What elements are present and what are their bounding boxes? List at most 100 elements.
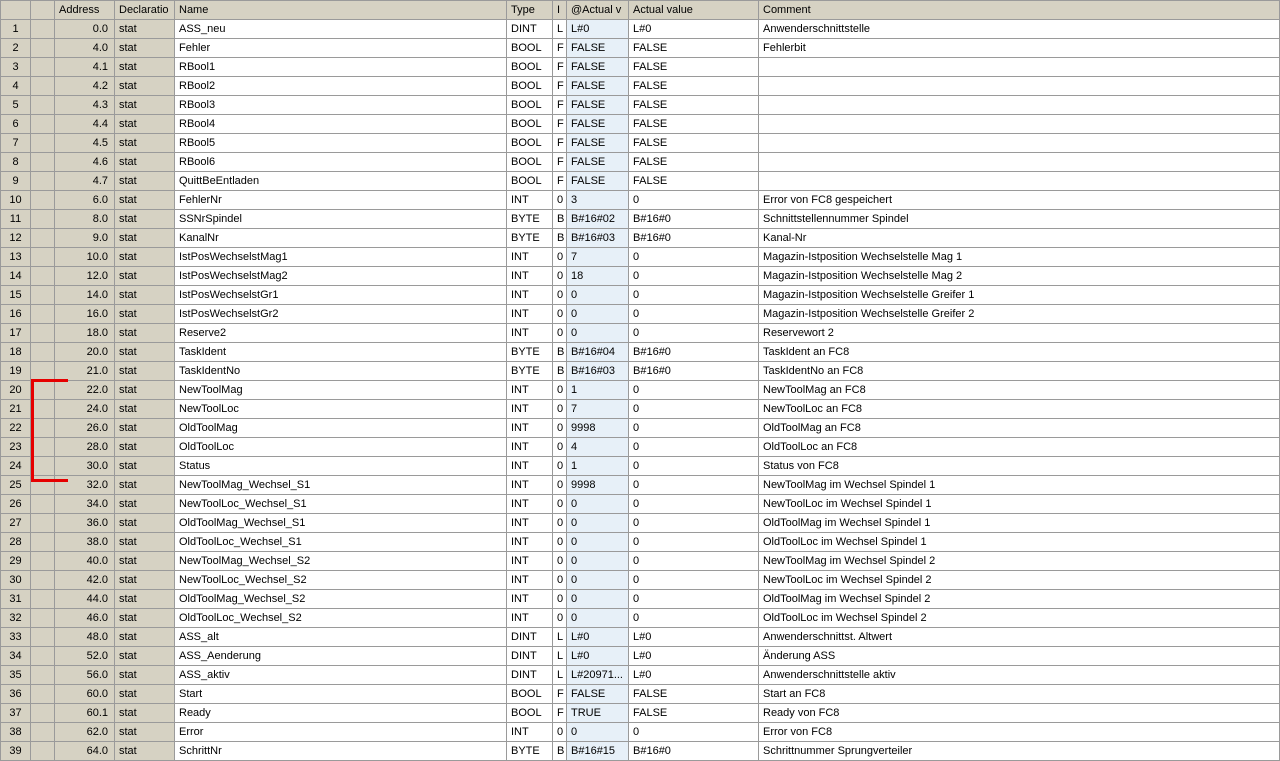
- cell-actual-value[interactable]: 0: [629, 324, 759, 343]
- cell-declaration[interactable]: stat: [115, 229, 175, 248]
- cell-declaration[interactable]: stat: [115, 210, 175, 229]
- cell-actual-at[interactable]: TRUE: [567, 704, 629, 723]
- row-number[interactable]: 8: [1, 153, 31, 172]
- cell-initial[interactable]: F: [553, 115, 567, 134]
- cell-type[interactable]: BOOL: [507, 96, 553, 115]
- cell-initial[interactable]: L: [553, 20, 567, 39]
- cell-address[interactable]: 46.0: [55, 609, 115, 628]
- cell-actual-value[interactable]: B#16#0: [629, 362, 759, 381]
- cell-address[interactable]: 4.4: [55, 115, 115, 134]
- cell-address[interactable]: 10.0: [55, 248, 115, 267]
- col-header[interactable]: Actual value: [629, 1, 759, 20]
- cell-initial[interactable]: 0: [553, 324, 567, 343]
- cell-initial[interactable]: B: [553, 210, 567, 229]
- cell-actual-value[interactable]: B#16#0: [629, 210, 759, 229]
- row-number[interactable]: 4: [1, 77, 31, 96]
- cell-actual-at[interactable]: L#20971...: [567, 666, 629, 685]
- cell-actual-at[interactable]: FALSE: [567, 172, 629, 191]
- cell-type[interactable]: BYTE: [507, 229, 553, 248]
- cell-address[interactable]: 48.0: [55, 628, 115, 647]
- cell-actual-at[interactable]: 7: [567, 400, 629, 419]
- cell-initial[interactable]: L: [553, 647, 567, 666]
- cell-actual-value[interactable]: L#0: [629, 20, 759, 39]
- cell-initial[interactable]: 0: [553, 381, 567, 400]
- cell-type[interactable]: BYTE: [507, 210, 553, 229]
- cell-type[interactable]: INT: [507, 419, 553, 438]
- cell-type[interactable]: INT: [507, 191, 553, 210]
- row-number[interactable]: 19: [1, 362, 31, 381]
- col-header[interactable]: Address: [55, 1, 115, 20]
- cell-actual-value[interactable]: 0: [629, 248, 759, 267]
- cell-name[interactable]: RBool1: [175, 58, 507, 77]
- cell-comment[interactable]: TaskIdentNo an FC8: [759, 362, 1280, 381]
- cell-initial[interactable]: B: [553, 362, 567, 381]
- cell-name[interactable]: NewToolMag_Wechsel_S1: [175, 476, 507, 495]
- row-number[interactable]: 7: [1, 134, 31, 153]
- cell-address[interactable]: 8.0: [55, 210, 115, 229]
- cell-initial[interactable]: B: [553, 229, 567, 248]
- cell-initial[interactable]: B: [553, 742, 567, 761]
- cell-name[interactable]: NewToolMag: [175, 381, 507, 400]
- cell-declaration[interactable]: stat: [115, 362, 175, 381]
- cell-declaration[interactable]: stat: [115, 476, 175, 495]
- cell-address[interactable]: 18.0: [55, 324, 115, 343]
- cell-initial[interactable]: 0: [553, 495, 567, 514]
- cell-name[interactable]: ASS_aktiv: [175, 666, 507, 685]
- cell-name[interactable]: IstPosWechselstMag1: [175, 248, 507, 267]
- cell-type[interactable]: INT: [507, 305, 553, 324]
- cell-declaration[interactable]: stat: [115, 115, 175, 134]
- cell-actual-at[interactable]: L#0: [567, 628, 629, 647]
- cell-address[interactable]: 34.0: [55, 495, 115, 514]
- row-number[interactable]: 22: [1, 419, 31, 438]
- cell-actual-at[interactable]: 0: [567, 552, 629, 571]
- cell-name[interactable]: Ready: [175, 704, 507, 723]
- cell-comment[interactable]: TaskIdent an FC8: [759, 343, 1280, 362]
- row-number[interactable]: 17: [1, 324, 31, 343]
- col-header[interactable]: @Actual v: [567, 1, 629, 20]
- cell-initial[interactable]: F: [553, 704, 567, 723]
- cell-comment[interactable]: [759, 58, 1280, 77]
- cell-declaration[interactable]: stat: [115, 609, 175, 628]
- row-number[interactable]: 9: [1, 172, 31, 191]
- cell-initial[interactable]: 0: [553, 286, 567, 305]
- cell-declaration[interactable]: stat: [115, 704, 175, 723]
- cell-name[interactable]: NewToolLoc_Wechsel_S2: [175, 571, 507, 590]
- row-number[interactable]: 10: [1, 191, 31, 210]
- cell-address[interactable]: 52.0: [55, 647, 115, 666]
- cell-actual-value[interactable]: 0: [629, 438, 759, 457]
- row-number[interactable]: 16: [1, 305, 31, 324]
- cell-name[interactable]: SSNrSpindel: [175, 210, 507, 229]
- cell-actual-value[interactable]: L#0: [629, 666, 759, 685]
- cell-type[interactable]: INT: [507, 495, 553, 514]
- cell-actual-value[interactable]: 0: [629, 419, 759, 438]
- row-number[interactable]: 37: [1, 704, 31, 723]
- cell-comment[interactable]: [759, 134, 1280, 153]
- cell-address[interactable]: 40.0: [55, 552, 115, 571]
- cell-comment[interactable]: Anwenderschnittstelle: [759, 20, 1280, 39]
- cell-comment[interactable]: NewToolMag an FC8: [759, 381, 1280, 400]
- col-header[interactable]: Name: [175, 1, 507, 20]
- cell-comment[interactable]: Kanal-Nr: [759, 229, 1280, 248]
- cell-declaration[interactable]: stat: [115, 647, 175, 666]
- cell-declaration[interactable]: stat: [115, 590, 175, 609]
- cell-name[interactable]: Fehler: [175, 39, 507, 58]
- cell-actual-value[interactable]: FALSE: [629, 96, 759, 115]
- cell-initial[interactable]: L: [553, 628, 567, 647]
- cell-comment[interactable]: [759, 77, 1280, 96]
- cell-actual-at[interactable]: FALSE: [567, 96, 629, 115]
- cell-initial[interactable]: F: [553, 153, 567, 172]
- cell-declaration[interactable]: stat: [115, 381, 175, 400]
- cell-declaration[interactable]: stat: [115, 571, 175, 590]
- cell-address[interactable]: 6.0: [55, 191, 115, 210]
- cell-address[interactable]: 4.0: [55, 39, 115, 58]
- cell-name[interactable]: RBool3: [175, 96, 507, 115]
- cell-name[interactable]: Status: [175, 457, 507, 476]
- cell-actual-value[interactable]: FALSE: [629, 39, 759, 58]
- cell-declaration[interactable]: stat: [115, 172, 175, 191]
- cell-actual-at[interactable]: L#0: [567, 647, 629, 666]
- cell-actual-value[interactable]: 0: [629, 191, 759, 210]
- cell-actual-value[interactable]: 0: [629, 476, 759, 495]
- cell-declaration[interactable]: stat: [115, 419, 175, 438]
- cell-type[interactable]: BOOL: [507, 704, 553, 723]
- row-number[interactable]: 6: [1, 115, 31, 134]
